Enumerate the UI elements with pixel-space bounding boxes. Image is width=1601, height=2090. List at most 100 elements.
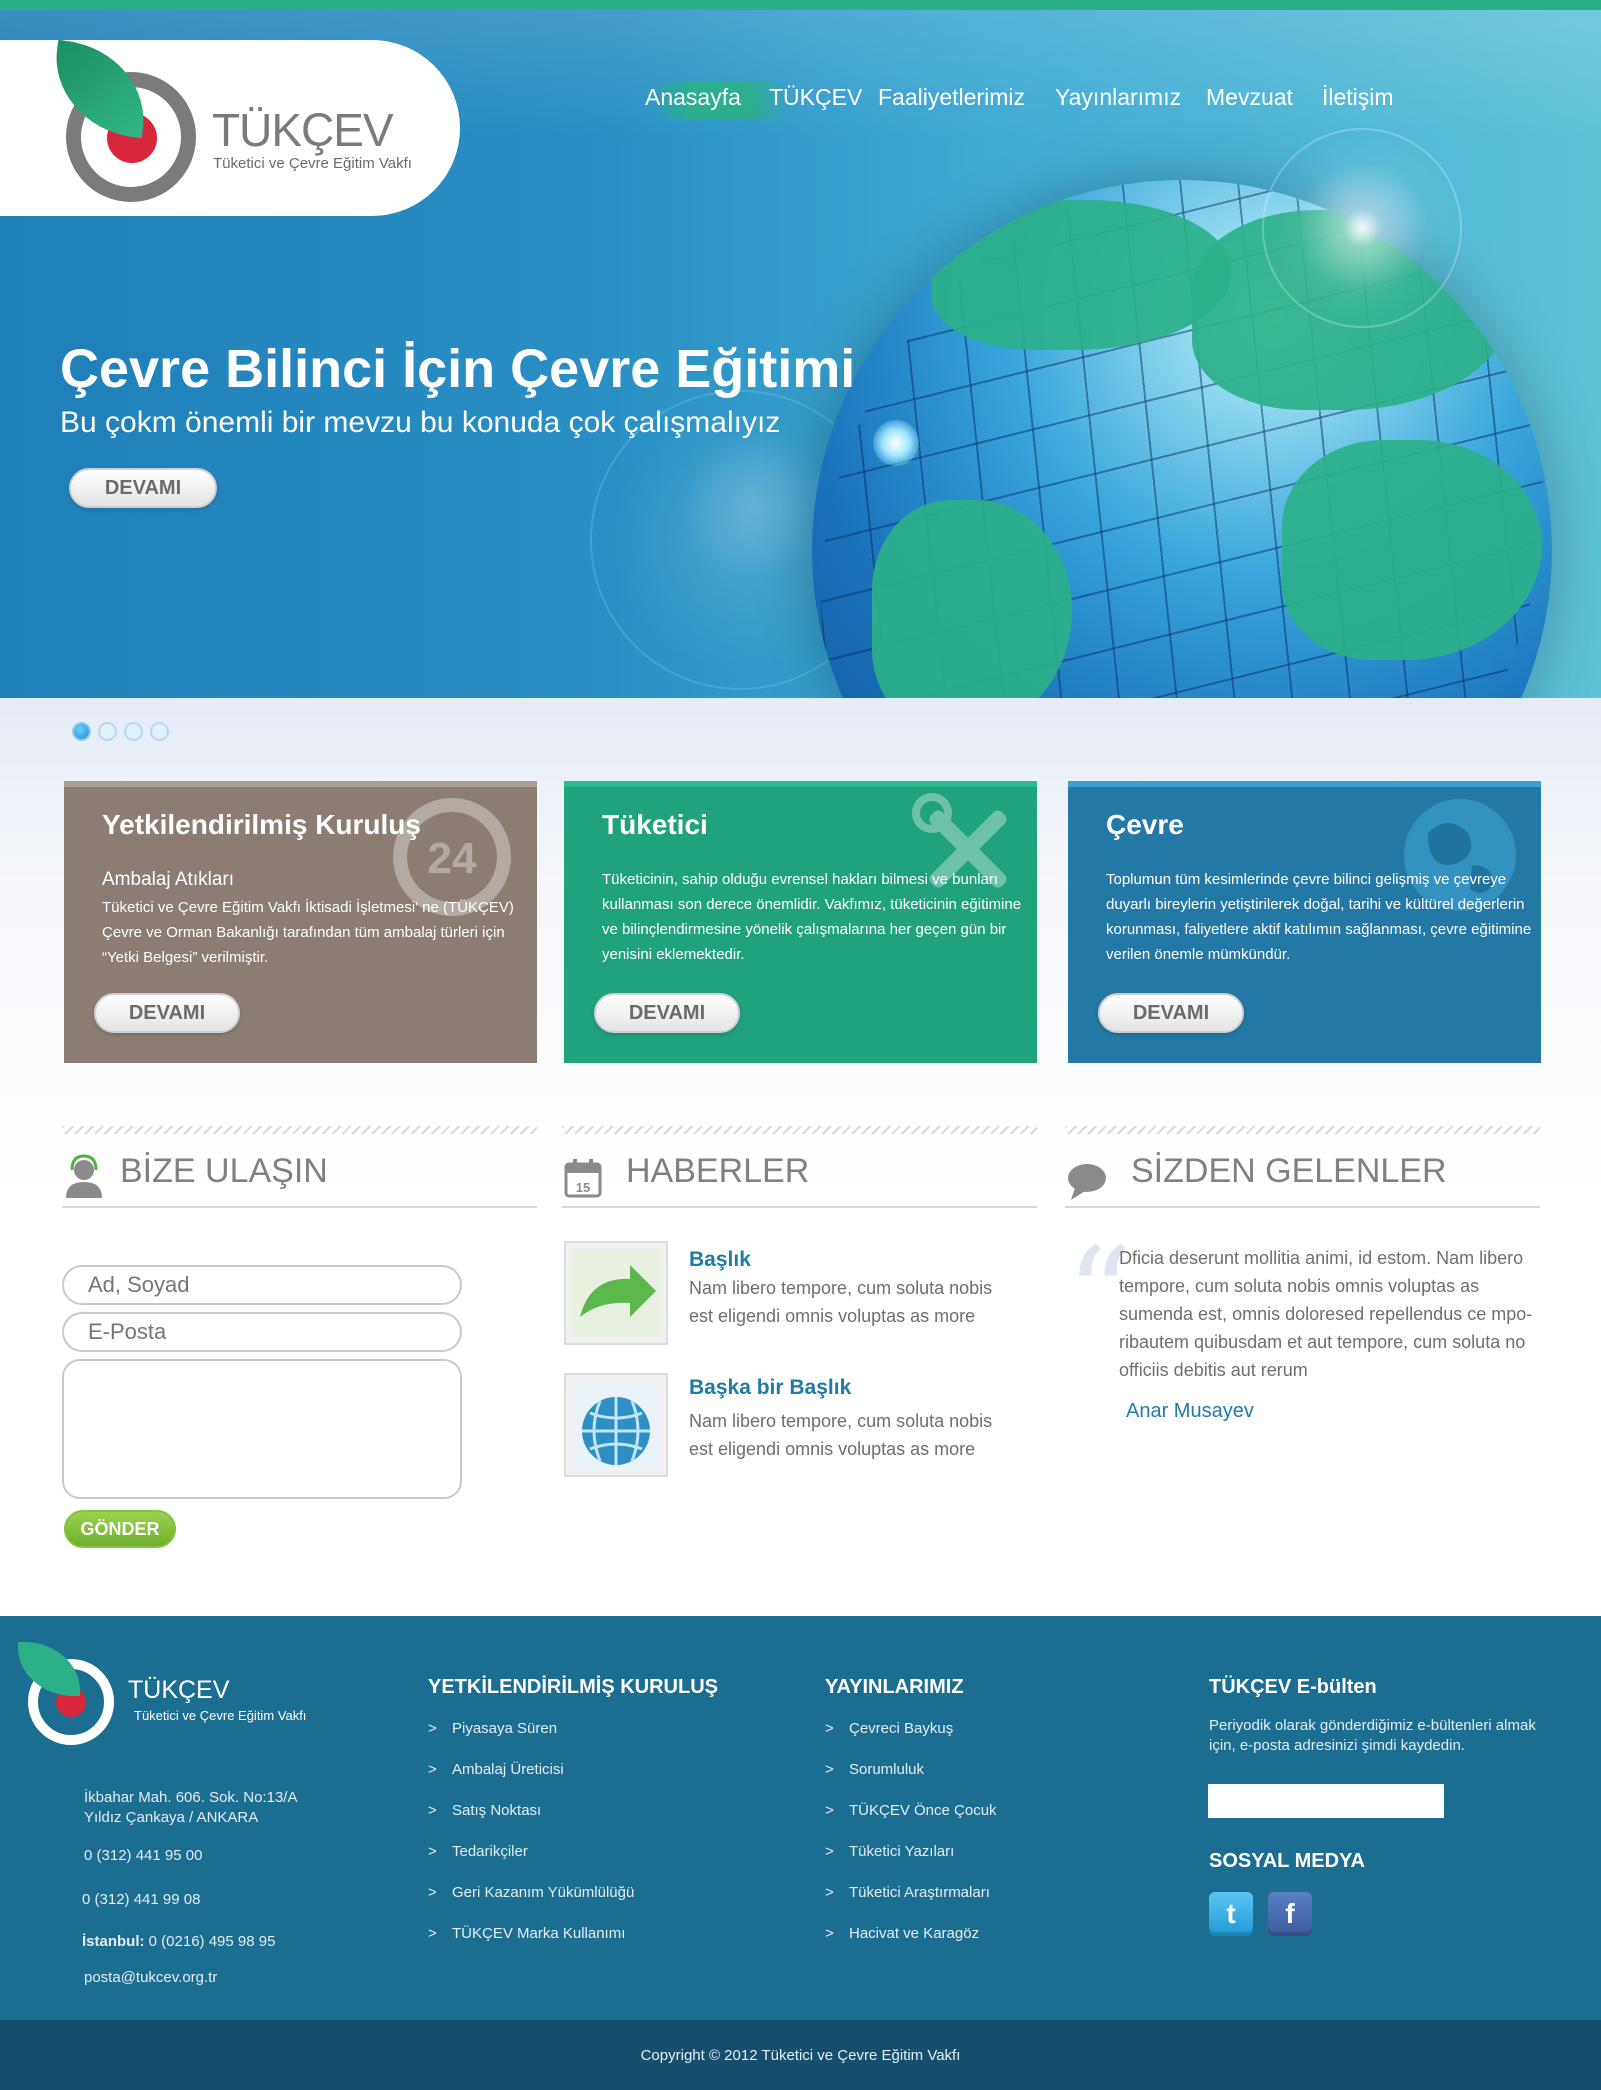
section-title: SİZDEN GELENLER [1131, 1152, 1447, 1190]
footer-logo-leaf-icon [18, 1642, 80, 1696]
sun-flare [1262, 128, 1462, 328]
svg-text:15: 15 [576, 1180, 590, 1195]
name-input[interactable] [62, 1265, 462, 1305]
section-title: HABERLER [626, 1152, 810, 1190]
footer-logo-title: TÜKÇEV [128, 1676, 230, 1704]
footer-link[interactable]: > Satış Noktası [428, 1802, 634, 1843]
feature-text: Tüketicinin, sahip olduğu evrensel hakla… [602, 871, 1022, 963]
footer-istanbul-number: 0 (0216) 495 98 95 [148, 1933, 276, 1950]
footer-col1-title: YETKİLENDİRİLMİŞ KURULUŞ [428, 1676, 718, 1698]
chevron-right-icon: > [428, 1884, 437, 1901]
feature-title: Çevre [1106, 809, 1184, 840]
footer-phone-1: 0 (312) 441 95 00 [84, 1847, 203, 1864]
footer-col1-list: > Piyasaya Süren > Ambalaj Üreticisi > Satı… [428, 1720, 634, 1966]
slider-dot-1[interactable] [72, 722, 91, 741]
feature-more-button[interactable]: DEVAMI [1098, 993, 1244, 1033]
lens-flare-small [873, 420, 919, 466]
hero-subtitle: Bu çokm önemli bir mevzu bu konuda çok ç… [60, 406, 781, 439]
footer-link[interactable]: > Geri Kazanım Yükümlülüğü [428, 1884, 634, 1925]
slider-dot-3[interactable] [124, 722, 143, 741]
globe-grid-icon [572, 1381, 660, 1469]
twitter-icon[interactable]: t [1209, 1892, 1253, 1936]
footer-link[interactable]: > TÜKÇEV Önce Çocuk [825, 1802, 997, 1843]
footer-link[interactable]: > Tedarikçiler [428, 1843, 634, 1884]
feature-title: Yetkilendirilmiş Kuruluş [102, 809, 421, 840]
send-button[interactable]: GÖNDER [64, 1510, 176, 1548]
email-input[interactable] [62, 1312, 462, 1352]
hero-title: Çevre Bilinci İçin Çevre Eğitimi [60, 339, 856, 399]
chevron-right-icon: > [825, 1802, 834, 1819]
feature-more-button[interactable]: DEVAMI [594, 993, 740, 1033]
footer-link[interactable]: > Çevreci Baykuş [825, 1720, 997, 1761]
chevron-right-icon: > [428, 1720, 437, 1737]
news-text: Nam libero tempore, cum soluta nobis est… [689, 1278, 993, 1326]
footer-link[interactable]: > Piyasaya Süren [428, 1720, 634, 1761]
nav-item-yayinlarimiz[interactable]: Yayınlarımız [1055, 84, 1181, 111]
chevron-right-icon: > [825, 1884, 834, 1901]
footer-address-line1: İkbahar Mah. 606. Sok. No:13/A [84, 1789, 298, 1806]
news-title[interactable]: Başka bir Başlık [689, 1376, 851, 1400]
calendar-icon: 15 [564, 1159, 602, 1198]
footer-link[interactable]: > Tüketici Yazıları [825, 1843, 997, 1884]
feature-subtitle: Ambalaj Atıkları [102, 869, 234, 890]
feature-box-authorized: 24 Yetkilendirilmiş Kuruluş Ambalaj Atık… [64, 781, 537, 1063]
feature-box-environment: Çevre Toplumun tüm kesimlerinde çevre bi… [1068, 781, 1541, 1063]
facebook-icon[interactable]: f [1268, 1892, 1312, 1936]
feature-title: Tüketici [602, 809, 708, 840]
footer-newsletter-text: Periyodik olarak gönderdiğimiz e-bültenl… [1209, 1717, 1536, 1754]
footer-istanbul-phone: İstanbul: 0 (0216) 495 98 95 [82, 1932, 275, 1952]
nav-item-faaliyetlerimiz[interactable]: Faaliyetlerimiz [878, 84, 1025, 111]
chevron-right-icon: > [428, 1802, 437, 1819]
feature-text: Tüketici ve Çevre Eğitim Vakfı İktisadi … [102, 899, 514, 966]
news-section-header: 15 HABERLER [562, 1126, 1037, 1208]
nav-item-iletisim[interactable]: İletişim [1322, 84, 1394, 111]
svg-text:24: 24 [428, 834, 477, 883]
testimonial-quote: Dficia deserunt mollitia animi, id estom… [1119, 1248, 1533, 1380]
footer-link[interactable]: > Ambalaj Üreticisi [428, 1761, 634, 1802]
footer-email-link[interactable]: posta@tukcev.org.tr [84, 1968, 217, 1988]
footer-logo-tagline: Tüketici ve Çevre Eğitim Vakfı [134, 1708, 307, 1723]
footer-link[interactable]: > Sorumluluk [825, 1761, 997, 1802]
slider-pagination [72, 722, 169, 741]
chevron-right-icon: > [428, 1843, 437, 1860]
footer-address-line2: Yıldız Çankaya / ANKARA [84, 1809, 259, 1826]
chevron-right-icon: > [825, 1761, 834, 1778]
nav-item-mevzuat[interactable]: Mevzuat [1206, 84, 1293, 111]
chevron-right-icon: > [428, 1761, 437, 1778]
newsletter-email-input[interactable] [1208, 1784, 1444, 1818]
footer-link[interactable]: > Hacivat ve Karagöz [825, 1925, 997, 1966]
footer-col2-list: > Çevreci Baykuş > Sorumluluk > TÜKÇEV Önce… [825, 1720, 997, 1966]
footer-link[interactable]: > TÜKÇEV Marka Kullanımı [428, 1925, 634, 1966]
section-title: BİZE ULAŞIN [120, 1152, 328, 1190]
support-agent-icon [66, 1154, 102, 1198]
footer-istanbul-label: İstanbul: [82, 1933, 145, 1950]
testimonials-section-header: SİZDEN GELENLER [1065, 1126, 1540, 1208]
news-thumbnail-globe[interactable] [564, 1373, 668, 1477]
feature-text: Toplumun tüm kesimlerinde çevre bilinci … [1106, 871, 1532, 963]
chevron-right-icon: > [428, 1925, 437, 1942]
slider-dot-2[interactable] [98, 722, 117, 741]
news-thumbnail-arrow[interactable] [564, 1241, 668, 1345]
testimonial-author[interactable]: Anar Musayev [1126, 1400, 1254, 1423]
news-title[interactable]: Başlık [689, 1248, 751, 1272]
news-text: Nam libero tempore, cum soluta nobis est… [689, 1411, 993, 1459]
contact-section-header: BİZE ULAŞIN [62, 1126, 537, 1208]
message-textarea[interactable] [62, 1359, 462, 1499]
chevron-right-icon: > [825, 1843, 834, 1860]
site-footer: TÜKÇEV Tüketici ve Çevre Eğitim Vakfı İk… [0, 1616, 1601, 2020]
chevron-right-icon: > [825, 1720, 834, 1737]
slider-dot-4[interactable] [150, 722, 169, 741]
logo-title: TÜKÇEV [212, 104, 394, 156]
nav-item-tukcev[interactable]: TÜKÇEV [769, 84, 862, 111]
footer-link[interactable]: > Tüketici Araştırmaları [825, 1884, 997, 1925]
copyright-text: Copyright © 2012 Tüketici ve Çevre Eğiti… [640, 2046, 961, 2064]
green-arrow-icon [572, 1249, 660, 1337]
logo-tagline: Tüketici ve Çevre Eğitim Vakfı [213, 155, 412, 172]
footer-social-title: SOSYAL MEDYA [1209, 1850, 1365, 1872]
hero-slider: TÜKÇEV Tüketici ve Çevre Eğitim Vakfı An… [0, 0, 1601, 698]
hero-more-button[interactable]: DEVAMI [69, 468, 217, 508]
nav-item-anasayfa[interactable]: Anasayfa [645, 84, 741, 111]
footer-newsletter-title: TÜKÇEV E-bülten [1209, 1676, 1377, 1698]
feature-more-button[interactable]: DEVAMI [94, 993, 240, 1033]
footer-col2-title: YAYINLARIMIZ [825, 1676, 964, 1698]
